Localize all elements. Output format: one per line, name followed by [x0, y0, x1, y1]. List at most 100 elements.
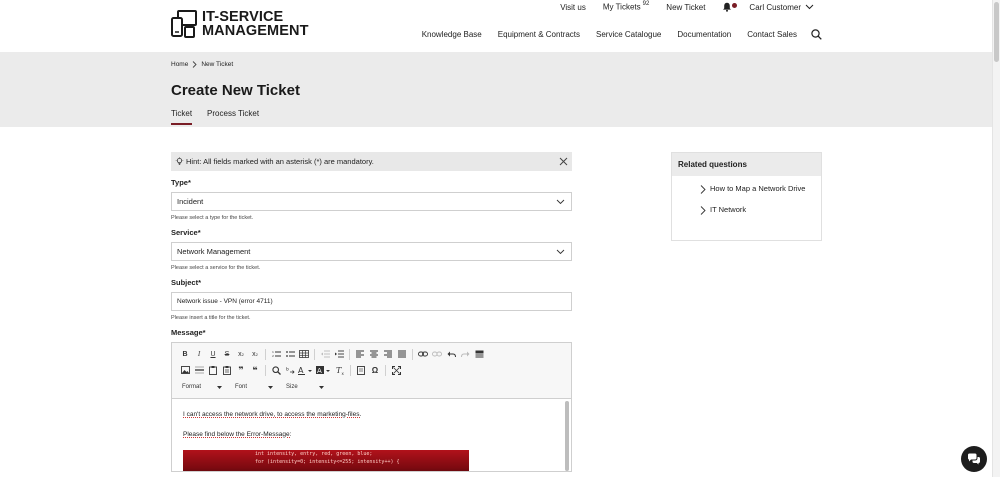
chat-icon — [968, 453, 980, 465]
nav-knowledge-base[interactable]: Knowledge Base — [422, 30, 482, 39]
format-dropdown[interactable]: Format — [178, 381, 226, 393]
search-button[interactable] — [811, 29, 822, 40]
related-questions-title: Related questions — [672, 153, 821, 176]
align-left-icon — [356, 350, 364, 358]
remove-format-button[interactable]: Tx — [333, 364, 347, 377]
nav-equipment-contracts[interactable]: Equipment & Contracts — [498, 30, 580, 39]
undo-icon — [447, 351, 456, 357]
outdent-button[interactable] — [318, 348, 332, 361]
editor-scrollbar[interactable] — [565, 401, 569, 471]
image-button[interactable] — [178, 364, 192, 377]
subject-label: Subject* — [171, 278, 202, 287]
indent-button[interactable] — [332, 348, 346, 361]
horizontal-line-button[interactable] — [192, 364, 206, 377]
visit-us-link[interactable]: Visit us — [560, 3, 586, 12]
block-button[interactable] — [472, 348, 486, 361]
text-color-button[interactable]: A — [297, 364, 315, 377]
related-question-label: IT Network — [710, 205, 747, 214]
devices-logo-icon — [171, 10, 197, 38]
toolbar-separator — [314, 348, 315, 360]
image-icon — [180, 366, 190, 374]
new-ticket-form: Hint: All fields marked with an asterisk… — [171, 152, 572, 472]
find-button[interactable] — [269, 364, 283, 377]
notifications-button[interactable] — [722, 2, 738, 12]
nav-service-catalogue[interactable]: Service Catalogue — [596, 30, 661, 39]
chat-button[interactable] — [961, 446, 987, 472]
link-button[interactable] — [416, 348, 430, 361]
align-center-button[interactable] — [367, 348, 381, 361]
underline-button[interactable]: U — [206, 348, 220, 361]
my-tickets-link[interactable]: My Tickets 92 — [602, 1, 649, 12]
chevron-right-icon — [193, 61, 197, 68]
lightbulb-icon — [175, 157, 184, 165]
unlink-icon — [432, 351, 442, 357]
subscript-button[interactable]: x2 — [234, 348, 248, 361]
maximize-button[interactable] — [389, 364, 403, 377]
align-right-button[interactable] — [381, 348, 395, 361]
svg-text:x: x — [341, 371, 344, 375]
paste-button[interactable] — [206, 364, 220, 377]
type-select[interactable]: Incident — [171, 192, 572, 211]
justify-button[interactable] — [395, 348, 409, 361]
page-scrollbar-thumb[interactable] — [994, 2, 999, 62]
bold-button[interactable]: B — [178, 348, 192, 361]
replace-button[interactable]: b — [283, 364, 297, 377]
quote-button[interactable]: ❝ — [248, 364, 262, 377]
new-ticket-link[interactable]: New Ticket — [666, 3, 705, 12]
message-textarea[interactable]: I can't access the network drive, to acc… — [172, 400, 571, 471]
size-dropdown[interactable]: Size — [282, 381, 328, 393]
align-center-icon — [370, 350, 378, 358]
background-color-button[interactable]: A — [315, 364, 333, 377]
svg-text:b: b — [286, 366, 289, 372]
format-dropdown-label: Format — [182, 384, 202, 390]
clipboard-icon — [209, 365, 217, 375]
ticket-tabs: Ticket Process Ticket — [171, 109, 274, 125]
my-tickets-label: My Tickets — [602, 2, 641, 12]
redo-button[interactable] — [458, 348, 472, 361]
brand-logo[interactable]: IT-SERVICE MANAGEMENT — [171, 10, 309, 38]
close-icon — [559, 157, 568, 166]
unlink-button[interactable] — [430, 348, 444, 361]
toolbar-separator — [385, 364, 386, 376]
align-right-icon — [384, 350, 392, 358]
hint-banner: Hint: All fields marked with an asterisk… — [171, 152, 572, 171]
nav-documentation[interactable]: Documentation — [677, 30, 731, 39]
message-label: Message* — [171, 328, 206, 337]
page-scrollbar[interactable] — [992, 0, 1000, 477]
blockquote-button[interactable]: ❞ — [234, 364, 248, 377]
link-icon — [418, 351, 428, 357]
font-dropdown[interactable]: Font — [231, 381, 277, 393]
bulleted-list-icon — [285, 351, 295, 357]
paste-text-button[interactable] — [220, 364, 234, 377]
special-char-button[interactable]: Ω — [368, 364, 382, 377]
service-value: Network Management — [177, 247, 251, 256]
indent-icon — [334, 350, 344, 358]
message-editor[interactable]: B I U S x2 x2 12 ❞ ❝ b A A T x Ω Format … — [171, 342, 572, 472]
subject-input[interactable]: Network issue - VPN (error 4711) — [171, 292, 572, 311]
toolbar-separator — [265, 364, 266, 376]
table-button[interactable] — [297, 348, 311, 361]
svg-text:A: A — [298, 366, 304, 375]
italic-button[interactable]: I — [192, 348, 206, 361]
numbered-list-button[interactable]: 12 — [269, 348, 283, 361]
user-menu[interactable]: Carl Customer — [749, 3, 814, 12]
related-question-label: How to Map a Network Drive — [710, 184, 806, 193]
nav-contact-sales[interactable]: Contact Sales — [747, 30, 797, 39]
related-question-item[interactable]: IT Network — [672, 204, 821, 216]
undo-button[interactable] — [444, 348, 458, 361]
tab-process-ticket[interactable]: Process Ticket — [207, 109, 259, 125]
breadcrumb-home[interactable]: Home — [171, 61, 188, 68]
service-select[interactable]: Network Management — [171, 242, 572, 261]
tab-ticket[interactable]: Ticket — [171, 109, 193, 125]
source-button[interactable] — [354, 364, 368, 377]
superscript-button[interactable]: x2 — [248, 348, 262, 361]
site-header: IT-SERVICE MANAGEMENT Visit us My Ticket… — [0, 0, 992, 52]
bulleted-list-button[interactable] — [283, 348, 297, 361]
related-question-item[interactable]: How to Map a Network Drive — [672, 183, 821, 195]
svg-text:2: 2 — [272, 354, 274, 358]
close-hint-button[interactable] — [559, 157, 568, 168]
align-left-button[interactable] — [353, 348, 367, 361]
font-dropdown-label: Font — [235, 384, 248, 390]
strikethrough-button[interactable]: S — [220, 348, 234, 361]
brand-line-2: MANAGEMENT — [202, 23, 309, 39]
